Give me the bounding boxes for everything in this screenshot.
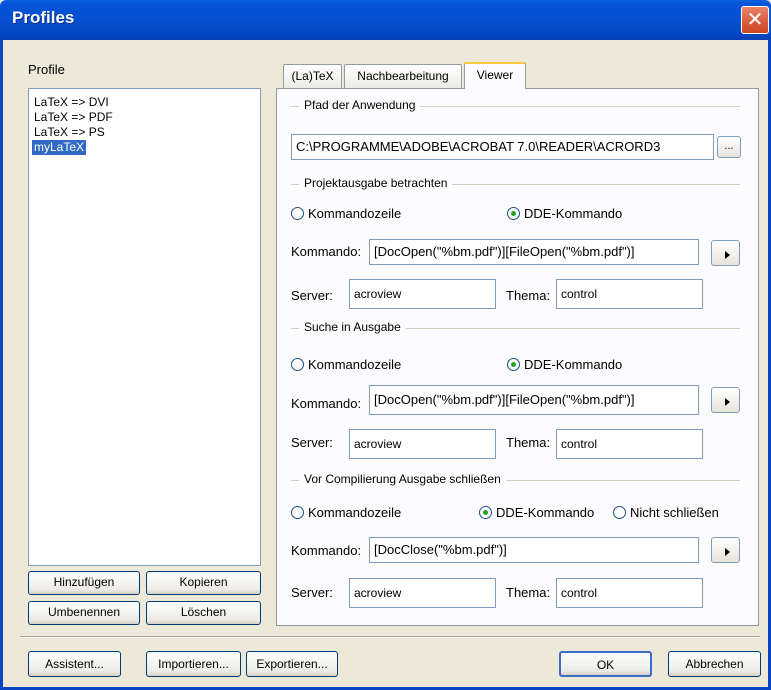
viewer-panel: Pfad der Anwendung C:\PROGRAMME\ADOBE\AC… (276, 88, 759, 626)
command-label: Kommando: (291, 396, 362, 411)
topic-label: Thema: (506, 435, 551, 450)
close-topic-input[interactable]: control (556, 578, 703, 608)
ok-button[interactable]: OK (559, 651, 652, 677)
delete-profile-button[interactable]: Löschen (146, 601, 261, 625)
profiles-label: Profile (28, 62, 65, 77)
view-command-input[interactable]: [DocOpen("%bm.pdf")][FileOpen("%bm.pdf")… (369, 239, 699, 265)
search-command-input[interactable]: [DocOpen("%bm.pdf")][FileOpen("%bm.pdf")… (369, 385, 699, 415)
group-title-search-output: Suche in Ausgabe (299, 320, 406, 334)
radio-label: Kommandozeile (308, 357, 402, 372)
cancel-button[interactable]: Abbrechen (668, 651, 761, 677)
server-label: Server: (291, 288, 333, 303)
radio-search-dde[interactable] (507, 358, 520, 371)
radio-label: DDE-Kommando (524, 206, 623, 221)
profiles-list[interactable]: LaTeX => DVI LaTeX => PDF LaTeX => PS my… (28, 88, 261, 566)
command-label: Kommando: (291, 244, 362, 259)
title-bar[interactable] (0, 0, 771, 40)
radio-label: Kommandozeile (308, 505, 402, 520)
window-title: Profiles (12, 8, 75, 27)
view-topic-input[interactable]: control (556, 279, 703, 309)
export-button[interactable]: Exportieren... (246, 651, 338, 677)
list-item[interactable]: LaTeX => DVI (32, 95, 111, 110)
tab-nachbearbeitung[interactable]: Nachbearbeitung (344, 64, 462, 88)
close-command-menu-button[interactable] (711, 537, 740, 563)
group-title-app-path: Pfad der Anwendung (299, 98, 421, 112)
close-command-input[interactable]: [DocClose("%bm.pdf")] (369, 537, 699, 563)
radio-view-commandline[interactable] (291, 207, 304, 220)
topic-label: Thema: (506, 585, 551, 600)
server-label: Server: (291, 435, 333, 450)
group-title-close-before-compile: Vor Compilierung Ausgabe schließen (299, 472, 506, 486)
radio-search-commandline[interactable] (291, 358, 304, 371)
close-server-input[interactable]: acroview (349, 578, 496, 608)
search-command-menu-button[interactable] (711, 387, 740, 413)
list-item[interactable]: LaTeX => PDF (32, 110, 115, 125)
command-label: Kommando: (291, 543, 362, 558)
view-server-input[interactable]: acroview (349, 279, 496, 309)
server-label: Server: (291, 585, 333, 600)
rename-profile-button[interactable]: Umbenennen (28, 601, 140, 625)
list-item[interactable]: LaTeX => PS (32, 125, 107, 140)
tab-viewer[interactable]: Viewer (464, 62, 526, 89)
copy-profile-button[interactable]: Kopieren (146, 571, 261, 595)
group-title-view-output: Projektausgabe betrachten (299, 176, 453, 190)
import-button[interactable]: Importieren... (146, 651, 241, 677)
radio-view-dde[interactable] (507, 207, 520, 220)
browse-button[interactable]: ... (717, 136, 741, 158)
app-path-input[interactable]: C:\PROGRAMME\ADOBE\ACROBAT 7.0\READER\AC… (291, 134, 714, 160)
radio-label: DDE-Kommando (524, 357, 623, 372)
search-topic-input[interactable]: control (556, 429, 703, 459)
view-command-menu-button[interactable] (711, 240, 740, 266)
add-profile-button[interactable]: Hinzufügen (28, 571, 140, 595)
tab-latex[interactable]: (La)TeX (283, 64, 342, 88)
search-server-input[interactable]: acroview (349, 429, 496, 459)
wizard-button[interactable]: Assistent... (28, 651, 121, 677)
footer-separator (20, 636, 760, 638)
close-icon[interactable]: ✕ (741, 6, 769, 34)
topic-label: Thema: (506, 288, 551, 303)
radio-close-dde[interactable] (479, 506, 492, 519)
radio-label: DDE-Kommando (496, 505, 595, 520)
list-item-selected[interactable]: myLaTeX (32, 140, 87, 155)
radio-label: Kommandozeile (308, 206, 402, 221)
radio-close-none[interactable] (613, 506, 626, 519)
radio-label: Nicht schließen (630, 505, 719, 520)
radio-close-commandline[interactable] (291, 506, 304, 519)
